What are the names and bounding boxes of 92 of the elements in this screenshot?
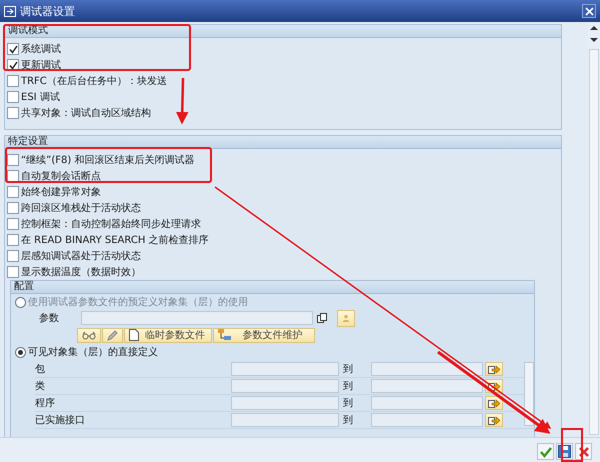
close-icon xyxy=(584,6,594,16)
to-label: 到 xyxy=(342,397,354,410)
checkbox[interactable] xyxy=(7,170,19,182)
checkbox-option[interactable]: 显示数据温度（数据时效） xyxy=(7,264,561,280)
close-button[interactable] xyxy=(582,4,596,18)
checkbox-option[interactable]: 共享对象：调试自动区域结构 xyxy=(7,105,561,121)
checkbox-option[interactable]: TRFC（在后台任务中）：块发送 xyxy=(7,73,561,89)
checkbox-label: “继续”(F8) 和回滚区结束后关闭调试器 xyxy=(21,154,194,167)
checkbox-option[interactable]: 在 READ BINARY SEARCH 之前检查排序 xyxy=(7,232,561,248)
checkbox-label: 控制框架：自动控制器始终同步处理请求 xyxy=(21,218,201,231)
checkbox-option[interactable]: ESI 调试 xyxy=(7,89,561,105)
range-label: 包 xyxy=(35,363,46,376)
annotation-box xyxy=(561,428,583,462)
checkbox-label: 更新调试 xyxy=(21,58,61,72)
checkbox-label: 在 READ BINARY SEARCH 之前检查排序 xyxy=(21,234,209,247)
to-field[interactable] xyxy=(371,379,483,393)
scroll-up-icon[interactable] xyxy=(590,25,598,31)
person-button[interactable] xyxy=(337,310,355,326)
checkbox-label: 始终创建异常对象 xyxy=(21,186,101,199)
toolbar-button[interactable]: 临时参数文件 xyxy=(124,328,212,342)
glasses-icon xyxy=(82,330,96,340)
document-icon xyxy=(129,329,139,341)
checkbox-label: 跨回滚区堆栈处于活动状态 xyxy=(21,202,141,215)
checkbox-option[interactable]: 更新调试 xyxy=(7,57,561,73)
checkbox-label: ESI 调试 xyxy=(21,90,60,104)
cancel-icon xyxy=(578,446,590,458)
range-label: 程序 xyxy=(35,396,56,410)
arrow-icon xyxy=(488,364,500,374)
multiple-selection-button[interactable] xyxy=(485,396,503,410)
checkbox[interactable] xyxy=(7,107,19,119)
checkbox-label: 系统调试 xyxy=(21,42,61,56)
from-field[interactable] xyxy=(231,379,339,393)
window-title: 调试器设置 xyxy=(20,4,75,18)
range-label: 类 xyxy=(35,380,46,393)
window-icon xyxy=(4,6,16,16)
radio-option[interactable]: 可见对象集（层）的直接定义 xyxy=(11,344,534,360)
checkbox[interactable] xyxy=(7,186,19,198)
checkbox-option[interactable]: 自动复制会话断点 xyxy=(7,168,561,184)
from-field[interactable] xyxy=(231,362,339,376)
arrow-icon xyxy=(488,381,500,391)
to-label: 到 xyxy=(342,414,354,427)
to-label: 到 xyxy=(342,380,354,393)
to-label: 到 xyxy=(342,363,354,376)
to-field[interactable] xyxy=(371,396,483,410)
checkbox-option[interactable]: 跨回滚区堆栈处于活动状态 xyxy=(7,200,561,216)
checkbox[interactable] xyxy=(7,43,19,55)
checkbox-label: 自动复制会话断点 xyxy=(21,170,101,183)
icon-button[interactable] xyxy=(77,328,101,342)
group-title: 配置 xyxy=(14,281,34,292)
pencil-icon xyxy=(107,330,118,340)
multiple-selection-button[interactable] xyxy=(485,362,503,376)
from-field[interactable] xyxy=(231,413,339,427)
hierarchy-icon xyxy=(218,329,231,341)
to-field[interactable] xyxy=(371,413,483,427)
checkbox[interactable] xyxy=(7,154,19,166)
icon-button[interactable] xyxy=(102,328,123,342)
person-icon xyxy=(342,312,350,324)
from-field[interactable] xyxy=(231,396,339,410)
checkbox[interactable] xyxy=(7,202,19,214)
parameter-field[interactable] xyxy=(81,311,313,325)
checkbox[interactable] xyxy=(7,234,19,246)
checkbox-option[interactable]: 系统调试 xyxy=(7,41,561,57)
multiple-selection-button[interactable] xyxy=(485,413,503,427)
toolbar-button[interactable]: 参数文件维护 xyxy=(213,328,315,342)
arrow-icon xyxy=(488,415,500,425)
radio-label: 可见对象集（层）的直接定义 xyxy=(28,346,158,359)
checkbox[interactable] xyxy=(7,218,19,230)
copy-icon[interactable] xyxy=(317,313,327,323)
range-label: 已实施接口 xyxy=(35,414,86,427)
checkbox-label: TRFC（在后台任务中）：块发送 xyxy=(21,74,167,88)
group-title: 特定设置 xyxy=(8,136,48,147)
checkbox-option[interactable]: 层感知调试器处于活动状态 xyxy=(7,248,561,264)
radio-label: 使用调试器参数文件的预定义对象集（层）的使用 xyxy=(28,296,248,309)
checkbox-label: 层感知调试器处于活动状态 xyxy=(21,250,141,263)
checkbox-option[interactable]: 始终创建异常对象 xyxy=(7,184,561,200)
checkbox-option[interactable]: 控制框架：自动控制器始终同步处理请求 xyxy=(7,216,561,232)
scroll-down-icon[interactable] xyxy=(590,37,598,43)
checkbox-option[interactable]: “继续”(F8) 和回滚区结束后关闭调试器 xyxy=(7,152,561,168)
scrollbar[interactable] xyxy=(588,22,600,437)
checkbox-label: 共享对象：调试自动区域结构 xyxy=(21,106,151,120)
radio-button[interactable] xyxy=(15,346,26,358)
arrow-icon xyxy=(488,398,500,408)
checkbox[interactable] xyxy=(7,91,19,103)
scrollbar[interactable] xyxy=(524,362,534,426)
checkbox[interactable] xyxy=(7,75,19,87)
field-label: 参数 xyxy=(38,312,60,325)
checkbox[interactable] xyxy=(7,250,19,262)
annotation-arrow xyxy=(176,78,188,124)
to-field[interactable] xyxy=(371,362,483,376)
checkbox[interactable] xyxy=(7,266,19,278)
checkmark-icon xyxy=(540,446,552,458)
checkbox-label: 显示数据温度（数据时效） xyxy=(21,266,141,279)
